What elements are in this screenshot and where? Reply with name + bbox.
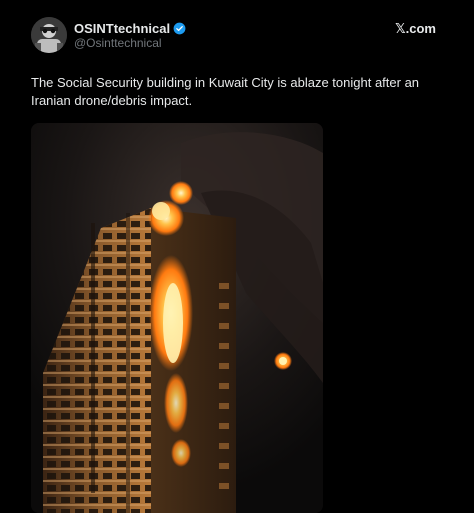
user-handle[interactable]: @Osinttechnical — [74, 36, 162, 50]
display-name-text: OSINTtechnical — [74, 21, 171, 36]
display-name[interactable]: OSINTtechnical — [74, 21, 186, 36]
tweet-media-image[interactable] — [31, 123, 323, 513]
burning-building-photo — [31, 123, 323, 513]
verified-badge-icon — [173, 22, 186, 35]
avatar[interactable] — [31, 17, 67, 53]
avatar-image — [31, 17, 67, 53]
x-brand-link[interactable]: 𝕏.com — [395, 21, 436, 37]
tweet-text: The Social Security building in Kuwait C… — [31, 75, 420, 108]
